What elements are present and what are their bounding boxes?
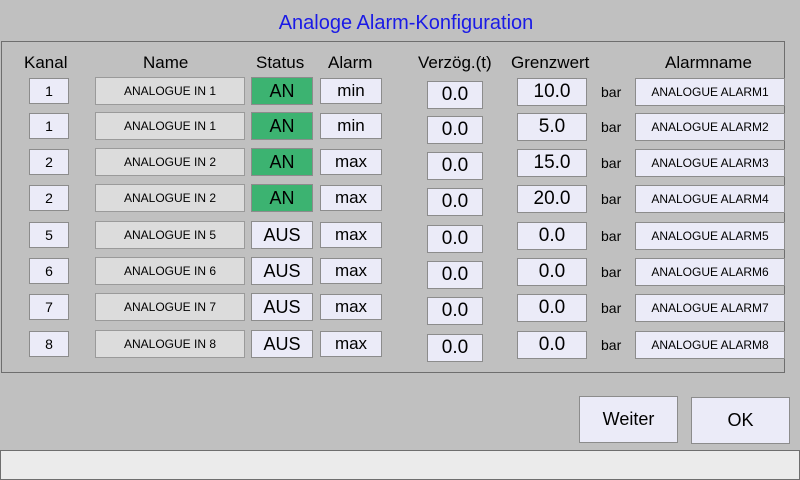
- row-4-alarmname[interactable]: ANALOGUE ALARM4: [635, 185, 785, 213]
- row-4-unit: bar: [601, 191, 622, 207]
- row-6-delay[interactable]: 0.0: [427, 261, 483, 289]
- row-1-delay[interactable]: 0.0: [427, 81, 483, 109]
- row-2-name[interactable]: ANALOGUE IN 1: [95, 112, 245, 140]
- row-4-kanal[interactable]: 2: [29, 185, 69, 211]
- row-3-kanal[interactable]: 2: [29, 149, 69, 175]
- row-5-kanal[interactable]: 5: [29, 222, 69, 248]
- row-7-alarm[interactable]: max: [320, 294, 382, 320]
- row-1-alarmname[interactable]: ANALOGUE ALARM1: [635, 78, 785, 106]
- row-5-unit: bar: [601, 228, 622, 244]
- row-7-name[interactable]: ANALOGUE IN 7: [95, 293, 245, 321]
- row-5-alarm[interactable]: max: [320, 222, 382, 248]
- row-5-name[interactable]: ANALOGUE IN 5: [95, 221, 245, 249]
- row-2-alarmname[interactable]: ANALOGUE ALARM2: [635, 113, 785, 141]
- row-1-status[interactable]: AN: [251, 77, 313, 105]
- row-3-name[interactable]: ANALOGUE IN 2: [95, 148, 245, 176]
- row-6-kanal[interactable]: 6: [29, 258, 69, 284]
- row-6-limit[interactable]: 0.0: [517, 258, 587, 286]
- row-1-alarm[interactable]: min: [320, 78, 382, 104]
- row-3-alarm[interactable]: max: [320, 149, 382, 175]
- row-6-alarm[interactable]: max: [320, 258, 382, 284]
- row-8-alarmname[interactable]: ANALOGUE ALARM8: [635, 331, 785, 359]
- row-4-limit[interactable]: 20.0: [517, 185, 587, 213]
- row-7-limit[interactable]: 0.0: [517, 294, 587, 322]
- row-7-unit: bar: [601, 300, 622, 316]
- row-2-limit[interactable]: 5.0: [517, 113, 587, 141]
- status-bar: [0, 450, 800, 480]
- row-8-limit[interactable]: 0.0: [517, 331, 587, 359]
- row-6-alarmname[interactable]: ANALOGUE ALARM6: [635, 258, 785, 286]
- row-8-unit: bar: [601, 337, 622, 353]
- row-5-status[interactable]: AUS: [251, 221, 313, 249]
- row-7-delay[interactable]: 0.0: [427, 297, 483, 325]
- row-4-name[interactable]: ANALOGUE IN 2: [95, 184, 245, 212]
- row-1-unit: bar: [601, 84, 622, 100]
- row-3-delay[interactable]: 0.0: [427, 152, 483, 180]
- row-1-limit[interactable]: 10.0: [517, 78, 587, 106]
- header-name: Name: [143, 53, 189, 72]
- alarm-config-panel: Kanal Name Status Alarm Verzög.(t) Grenz…: [1, 41, 785, 373]
- page-title: Analoge Alarm-Konfiguration: [278, 12, 534, 34]
- row-2-status[interactable]: AN: [251, 112, 313, 140]
- row-4-delay[interactable]: 0.0: [427, 188, 483, 216]
- row-3-limit[interactable]: 15.0: [517, 149, 587, 177]
- row-2-alarm[interactable]: min: [320, 113, 382, 139]
- row-2-unit: bar: [601, 119, 622, 135]
- row-3-status[interactable]: AN: [251, 148, 313, 176]
- row-1-name[interactable]: ANALOGUE IN 1: [95, 77, 245, 105]
- row-6-name[interactable]: ANALOGUE IN 6: [95, 257, 245, 285]
- header-alarm: Alarm: [328, 53, 373, 72]
- header-status: Status: [256, 53, 305, 72]
- row-5-limit[interactable]: 0.0: [517, 222, 587, 250]
- row-6-status[interactable]: AUS: [251, 257, 313, 285]
- row-1-kanal[interactable]: 1: [29, 78, 69, 104]
- row-7-kanal[interactable]: 7: [29, 294, 69, 320]
- row-4-alarm[interactable]: max: [320, 185, 382, 211]
- header-limit: Grenzwert: [511, 53, 590, 72]
- row-3-unit: bar: [601, 155, 622, 171]
- row-8-kanal[interactable]: 8: [29, 331, 69, 357]
- ok-button[interactable]: OK: [691, 397, 790, 444]
- row-3-alarmname[interactable]: ANALOGUE ALARM3: [635, 149, 785, 177]
- header-alarmname: Alarmname: [665, 53, 752, 72]
- row-8-alarm[interactable]: max: [320, 331, 382, 357]
- row-7-status[interactable]: AUS: [251, 293, 313, 321]
- row-8-delay[interactable]: 0.0: [427, 334, 483, 362]
- next-button[interactable]: Weiter: [579, 396, 678, 443]
- row-5-alarmname[interactable]: ANALOGUE ALARM5: [635, 222, 785, 250]
- row-4-status[interactable]: AN: [251, 184, 313, 212]
- header-kanal: Kanal: [24, 53, 68, 72]
- header-delay: Verzög.(t): [418, 53, 492, 72]
- row-8-name[interactable]: ANALOGUE IN 8: [95, 330, 245, 358]
- row-2-kanal[interactable]: 1: [29, 113, 69, 139]
- row-7-alarmname[interactable]: ANALOGUE ALARM7: [635, 294, 785, 322]
- row-6-unit: bar: [601, 264, 622, 280]
- row-5-delay[interactable]: 0.0: [427, 225, 483, 253]
- row-2-delay[interactable]: 0.0: [427, 116, 483, 144]
- row-8-status[interactable]: AUS: [251, 330, 313, 358]
